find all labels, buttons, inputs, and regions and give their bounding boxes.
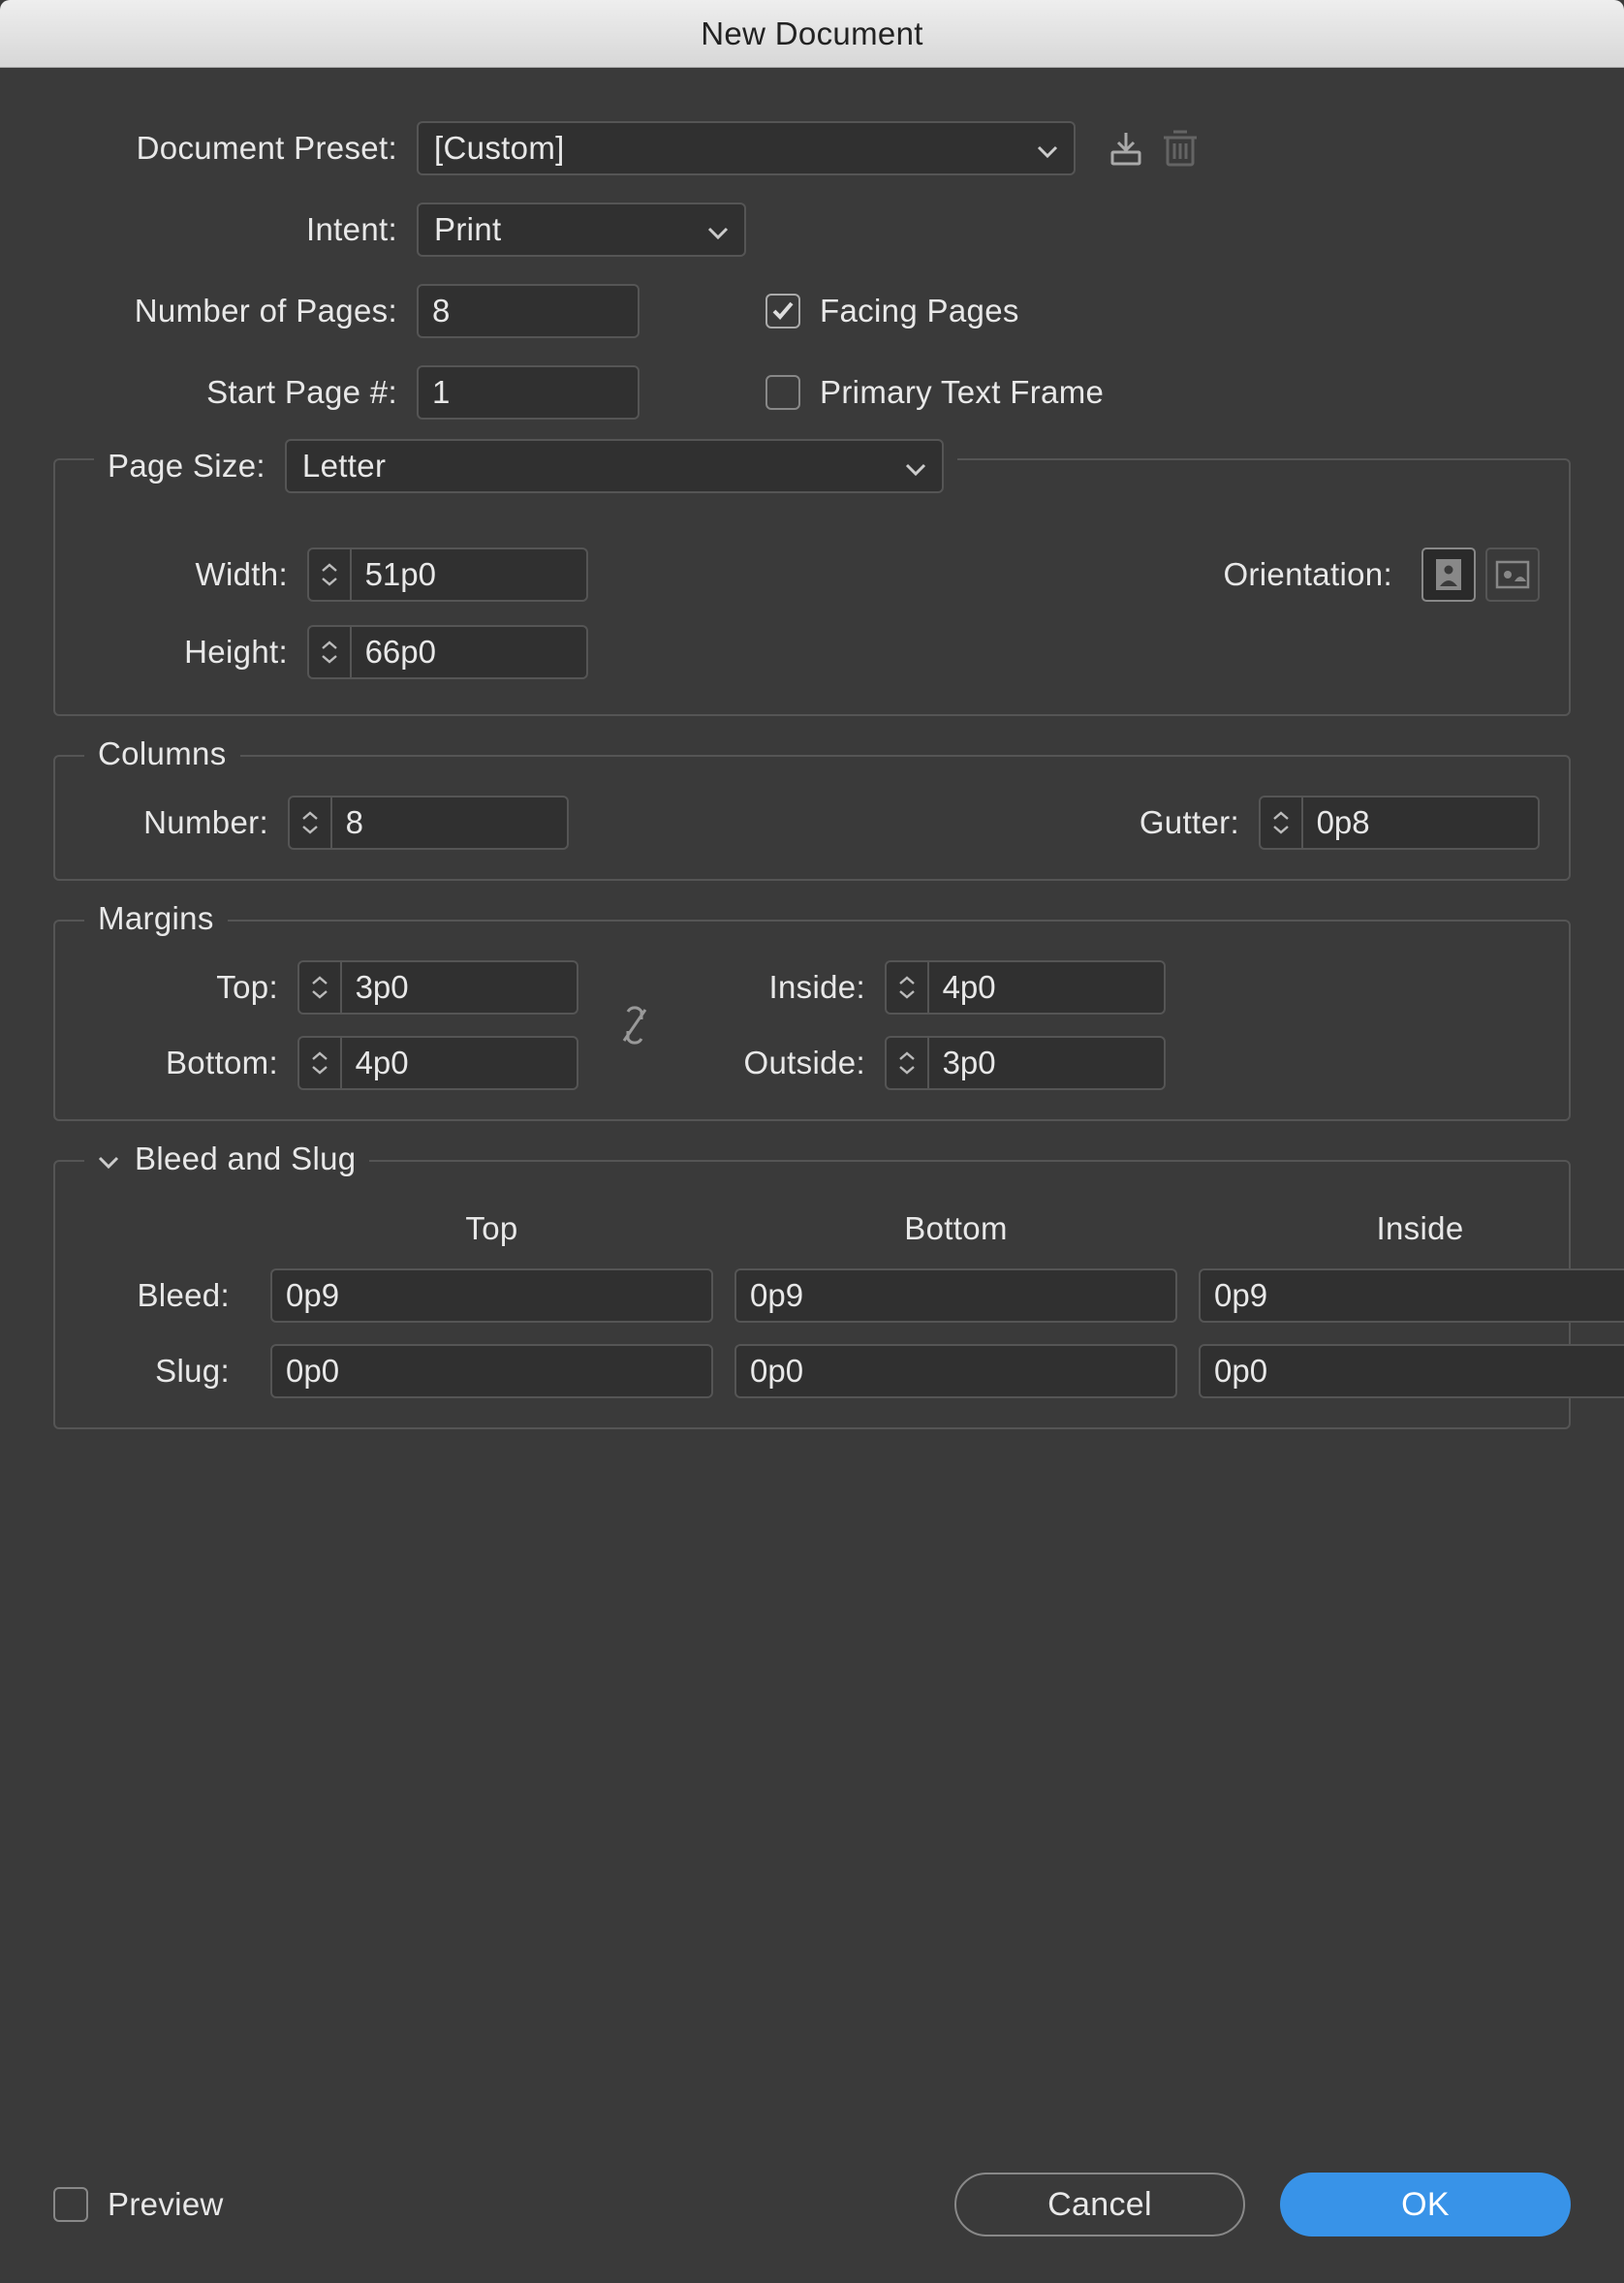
margins-legend: Margins — [84, 900, 228, 937]
link-margins-icon[interactable] — [615, 1003, 654, 1048]
margin-top-value[interactable] — [342, 962, 577, 1013]
document-preset-select[interactable]: [Custom] — [417, 121, 1076, 175]
columns-group: Columns Number: Gutter: — [53, 755, 1571, 881]
margin-bottom-value[interactable] — [342, 1038, 577, 1088]
orientation-portrait-button[interactable] — [1421, 547, 1476, 602]
columns-number-label: Number: — [84, 804, 288, 841]
stepper-icon[interactable] — [299, 962, 342, 1013]
gutter-input[interactable] — [1259, 796, 1540, 850]
height-input[interactable] — [307, 625, 588, 679]
cancel-label: Cancel — [1047, 2186, 1152, 2224]
stepper-icon[interactable] — [887, 1038, 929, 1088]
slug-inside-input[interactable] — [1199, 1344, 1624, 1398]
num-pages-input[interactable] — [417, 284, 640, 338]
margin-top-label: Top: — [84, 969, 297, 1006]
chevron-down-icon — [905, 448, 926, 485]
bs-head-inside: Inside — [1199, 1210, 1624, 1247]
width-input[interactable] — [307, 547, 588, 602]
orientation-label: Orientation: — [1199, 556, 1412, 593]
intent-select[interactable]: Print — [417, 203, 746, 257]
margin-outside-label: Outside: — [691, 1045, 885, 1081]
num-pages-label: Number of Pages: — [53, 293, 417, 329]
margin-inside-label: Inside: — [691, 969, 885, 1006]
preview-checkbox[interactable] — [53, 2187, 88, 2222]
save-preset-icon[interactable] — [1099, 121, 1153, 175]
facing-pages-checkbox[interactable] — [765, 294, 800, 328]
width-label: Width: — [84, 556, 307, 593]
margins-group: Margins Top: Bottom: — [53, 920, 1571, 1121]
facing-pages-label: Facing Pages — [820, 293, 1019, 329]
window-title: New Document — [701, 16, 923, 52]
dialog-body: Document Preset: [Custom] Intent: — [0, 68, 1624, 1468]
footer: Preview Cancel OK — [53, 2173, 1571, 2236]
width-value[interactable] — [352, 549, 586, 600]
bs-head-bottom: Bottom — [734, 1210, 1177, 1247]
columns-number-value[interactable] — [332, 797, 567, 848]
bleed-inside-input[interactable] — [1199, 1268, 1624, 1323]
page-size-value: Letter — [302, 448, 386, 485]
bleed-slug-group: Bleed and Slug Top Bottom Inside Outside… — [53, 1160, 1571, 1429]
intent-label: Intent: — [53, 211, 417, 248]
preview-label: Preview — [108, 2186, 224, 2223]
chevron-down-icon — [1037, 130, 1058, 167]
stepper-icon[interactable] — [299, 1038, 342, 1088]
columns-legend: Columns — [84, 735, 240, 772]
gutter-label: Gutter: — [1104, 804, 1259, 841]
start-page-label: Start Page #: — [53, 374, 417, 411]
delete-preset-icon[interactable] — [1153, 121, 1207, 175]
margin-bottom-label: Bottom: — [84, 1045, 297, 1081]
orientation-landscape-button[interactable] — [1485, 547, 1540, 602]
page-size-select[interactable]: Letter — [285, 439, 944, 493]
bleed-slug-legend: Bleed and Slug — [135, 1141, 356, 1177]
document-preset-label: Document Preset: — [53, 130, 417, 167]
bleed-bottom-input[interactable] — [734, 1268, 1177, 1323]
margin-outside-value[interactable] — [929, 1038, 1164, 1088]
stepper-icon[interactable] — [309, 549, 352, 600]
page-size-label: Page Size: — [108, 448, 269, 485]
stepper-icon[interactable] — [309, 627, 352, 677]
columns-number-input[interactable] — [288, 796, 569, 850]
start-page-input[interactable] — [417, 365, 640, 420]
bs-head-top: Top — [270, 1210, 713, 1247]
primary-text-frame-label: Primary Text Frame — [820, 374, 1104, 411]
chevron-down-icon[interactable] — [98, 1141, 119, 1177]
margin-outside-input[interactable] — [885, 1036, 1166, 1090]
margin-inside-input[interactable] — [885, 960, 1166, 1015]
slug-bottom-input[interactable] — [734, 1344, 1177, 1398]
margin-bottom-input[interactable] — [297, 1036, 578, 1090]
slug-top-input[interactable] — [270, 1344, 713, 1398]
gutter-value[interactable] — [1303, 797, 1538, 848]
page-size-group: Page Size: Letter Width: Orientation: — [53, 458, 1571, 716]
cancel-button[interactable]: Cancel — [954, 2173, 1245, 2236]
margin-top-input[interactable] — [297, 960, 578, 1015]
margin-inside-value[interactable] — [929, 962, 1164, 1013]
document-preset-value: [Custom] — [434, 130, 565, 167]
bleed-top-input[interactable] — [270, 1268, 713, 1323]
intent-value: Print — [434, 211, 502, 248]
stepper-icon[interactable] — [1261, 797, 1303, 848]
height-value[interactable] — [352, 627, 586, 677]
bleed-label: Bleed: — [84, 1277, 249, 1314]
stepper-icon[interactable] — [290, 797, 332, 848]
primary-text-frame-checkbox[interactable] — [765, 375, 800, 410]
ok-button[interactable]: OK — [1280, 2173, 1571, 2236]
slug-label: Slug: — [84, 1353, 249, 1390]
ok-label: OK — [1401, 2186, 1450, 2224]
height-label: Height: — [84, 634, 307, 671]
chevron-down-icon — [707, 211, 729, 248]
titlebar: New Document — [0, 0, 1624, 68]
stepper-icon[interactable] — [887, 962, 929, 1013]
